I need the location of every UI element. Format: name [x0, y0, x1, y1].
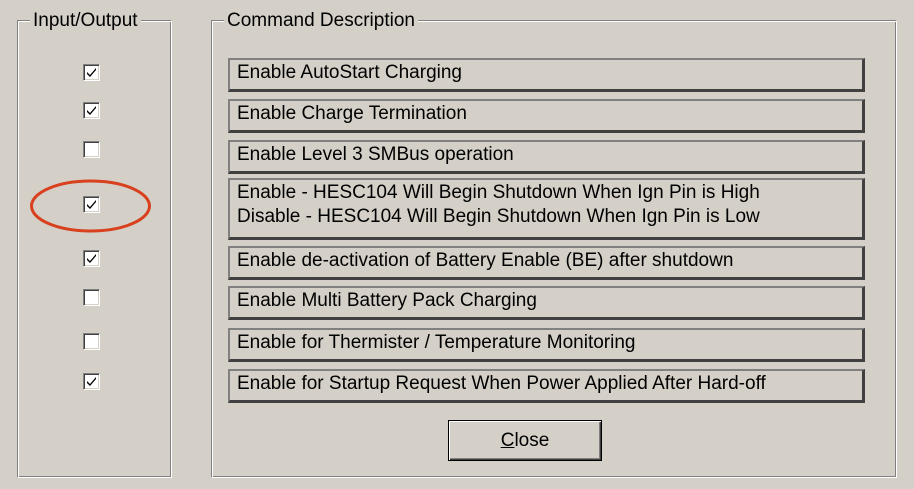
multi-battery-pack-checkbox[interactable] [83, 289, 100, 306]
check-mark-icon [87, 377, 96, 386]
startup-request-checkbox[interactable] [83, 373, 100, 390]
description-startup-request: Enable for Startup Request When Power Ap… [228, 369, 865, 403]
autostart-charging-checkbox[interactable] [83, 64, 100, 81]
description-thermister-monitoring: Enable for Thermister / Temperature Moni… [228, 328, 865, 362]
description-text: Enable Multi Battery Pack Charging [237, 290, 537, 311]
description-text: Enable de-activation of Battery Enable (… [237, 250, 734, 271]
description-text: Enable Charge Termination [237, 103, 467, 124]
input-output-group: Input/Output [17, 10, 172, 478]
check-mark-icon [87, 106, 96, 115]
description-text: Enable for Startup Request When Power Ap… [237, 373, 766, 394]
description-charge-termination: Enable Charge Termination [228, 99, 865, 133]
description-ign-pin-shutdown: Enable - HESC104 Will Begin Shutdown Whe… [228, 178, 865, 240]
description-text: Enable for Thermister / Temperature Moni… [237, 332, 636, 353]
description-level3-smbus: Enable Level 3 SMBus operation [228, 140, 865, 174]
check-mark-icon [87, 68, 96, 77]
description-text: Enable AutoStart Charging [237, 62, 462, 83]
close-button-label-rest: lose [514, 429, 550, 451]
close-button[interactable]: Close [448, 420, 602, 461]
close-button-mnemonic: C [500, 429, 515, 451]
check-mark-icon [87, 254, 96, 263]
command-description-title: Command Description [224, 10, 418, 32]
description-multi-battery-pack: Enable Multi Battery Pack Charging [228, 286, 865, 320]
description-text-line2: Disable - HESC104 Will Begin Shutdown Wh… [237, 206, 760, 227]
description-text-line1: Enable - HESC104 Will Begin Shutdown Whe… [237, 182, 760, 203]
input-output-title: Input/Output [30, 10, 141, 32]
battery-enable-deactivation-checkbox[interactable] [83, 250, 100, 267]
description-text: Enable Level 3 SMBus operation [237, 144, 514, 165]
description-autostart-charging: Enable AutoStart Charging [228, 58, 865, 92]
thermister-monitoring-checkbox[interactable] [83, 333, 100, 350]
check-mark-icon [87, 200, 96, 209]
charge-termination-checkbox[interactable] [83, 102, 100, 119]
level3-smbus-checkbox[interactable] [83, 141, 100, 158]
description-battery-enable-deactivation: Enable de-activation of Battery Enable (… [228, 246, 865, 280]
ign-pin-shutdown-checkbox[interactable] [83, 196, 100, 213]
